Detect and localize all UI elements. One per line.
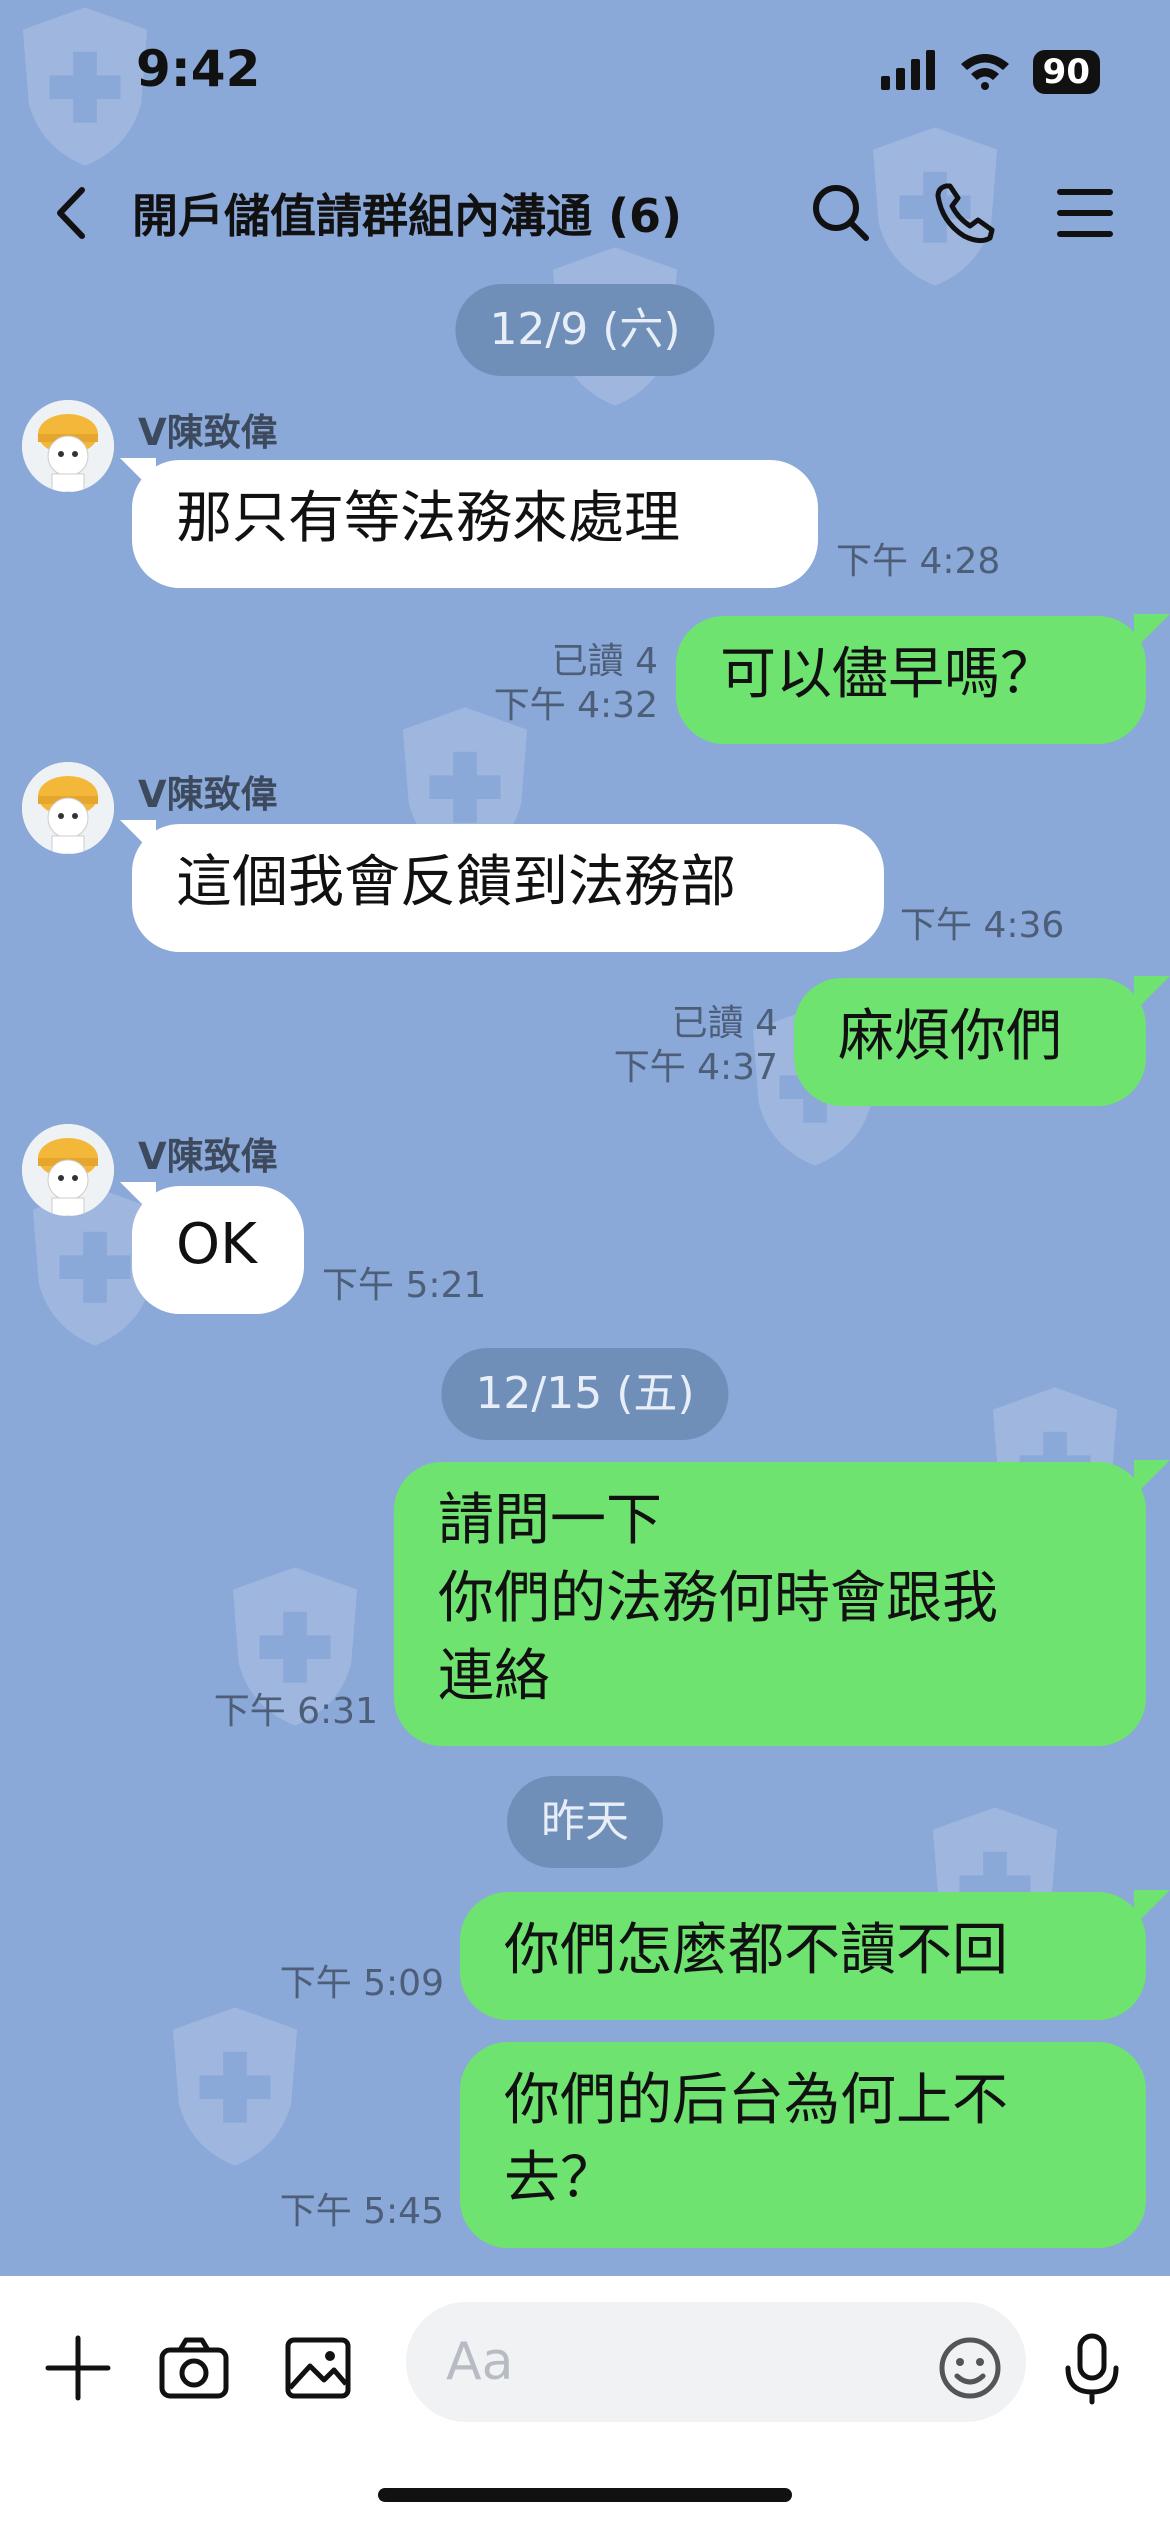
read-receipt: 已讀 4 (671, 1003, 778, 1044)
sender-name: V陳致偉 (138, 411, 278, 454)
wifi-icon (959, 50, 1011, 94)
bubble-tail (1134, 614, 1170, 650)
phone-icon[interactable] (930, 178, 1000, 248)
message-meta: 已讀 4 下午 4:32 (494, 640, 658, 728)
menu-icon[interactable] (1050, 178, 1120, 248)
message-line: 連絡 (438, 1644, 550, 1709)
date-separator: 12/15 (五) (441, 1348, 729, 1440)
bubble-tail (1134, 976, 1170, 1012)
message-line: 請問一下 (438, 1488, 662, 1553)
message-time: 下午 5:09 (279, 1963, 444, 2004)
message-meta: 已讀 4 下午 4:37 (614, 1002, 778, 1090)
avatar[interactable] (22, 762, 114, 854)
date-separator: 昨天 (507, 1776, 663, 1868)
emoji-icon[interactable] (930, 2328, 1010, 2408)
message-line: 你們的法務何時會跟我 (438, 1566, 998, 1631)
message-bubble[interactable]: 你們的后台為何上不 去？ (460, 2042, 1146, 2248)
message-time: 下午 4:32 (493, 685, 658, 726)
message-time: 下午 4:37 (613, 1047, 778, 1088)
message-bubble[interactable]: 麻煩你們 (794, 978, 1146, 1106)
sender-name: V陳致偉 (138, 773, 278, 816)
avatar[interactable] (22, 1124, 114, 1216)
message-bubble[interactable]: OK (132, 1186, 304, 1314)
image-icon[interactable] (278, 2328, 358, 2408)
bubble-tail (1134, 1890, 1170, 1926)
message-time: 下午 5:21 (322, 1265, 487, 1306)
status-icons: 90 (880, 50, 1100, 94)
message-bubble[interactable]: 這個我會反饋到法務部 (132, 824, 884, 952)
bubble-tail (1134, 1460, 1170, 1496)
battery-indicator: 90 (1032, 50, 1100, 94)
search-icon[interactable] (806, 178, 876, 248)
chat-title[interactable]: 開戶儲值請群組內溝通 (6) (132, 180, 682, 246)
status-bar: 9:42 90 (0, 0, 1170, 160)
message-time: 下午 6:31 (213, 1691, 378, 1732)
message-time: 下午 4:36 (900, 905, 1065, 946)
sender-name: V陳致偉 (138, 1135, 278, 1178)
signal-icon (880, 50, 937, 94)
chat-header: 開戶儲值請群組內溝通 (6) (0, 160, 1170, 270)
message-bubble[interactable]: 請問一下 你們的法務何時會跟我 連絡 (394, 1462, 1146, 1746)
status-time: 9:42 (136, 40, 261, 98)
shield-watermark-icon (160, 2000, 310, 2170)
back-arrow-icon[interactable] (40, 178, 110, 248)
camera-icon[interactable] (154, 2328, 234, 2408)
plus-icon[interactable] (38, 2328, 118, 2408)
message-time: 下午 4:28 (836, 541, 1001, 582)
message-line: 去？ (504, 2146, 616, 2211)
read-receipt: 已讀 4 (551, 641, 658, 682)
message-bubble[interactable]: 你們怎麼都不讀不回 (460, 1892, 1146, 2020)
message-bubble[interactable]: 那只有等法務來處理 (132, 460, 818, 588)
message-line: 你們的后台為何上不 (504, 2068, 1008, 2133)
message-time: 下午 5:45 (279, 2191, 444, 2232)
avatar[interactable] (22, 400, 114, 492)
microphone-icon[interactable] (1052, 2328, 1132, 2408)
home-indicator (378, 2488, 792, 2502)
date-separator: 12/9 (六) (455, 284, 715, 376)
message-bubble[interactable]: 可以儘早嗎？ (676, 616, 1146, 744)
